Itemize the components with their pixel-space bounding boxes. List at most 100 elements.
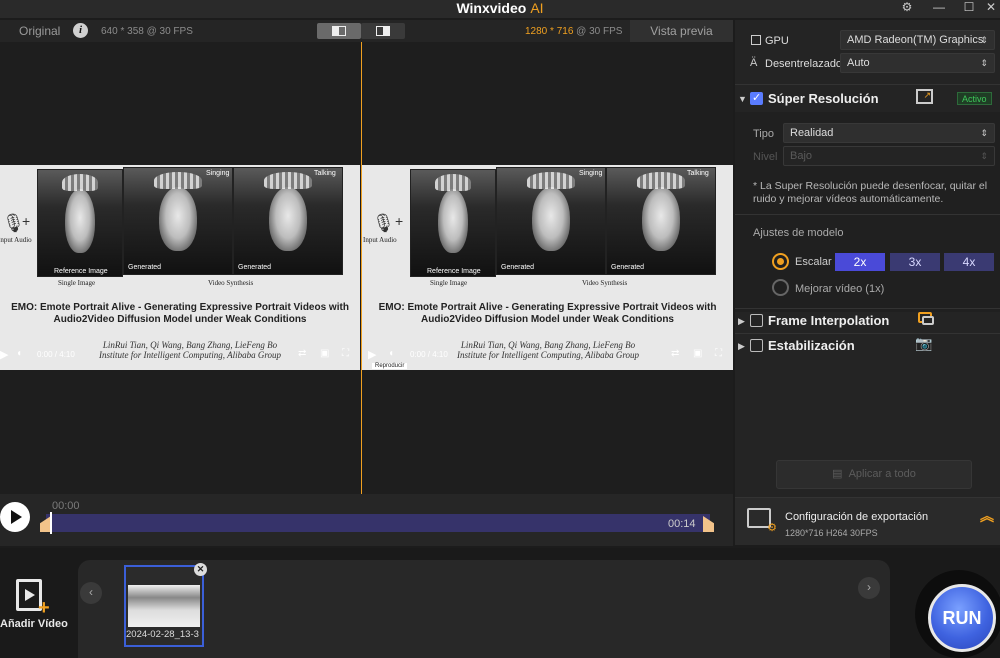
preview-label: Vista previa xyxy=(630,20,733,42)
export-settings-details: 1280*716 H264 30FPS xyxy=(785,528,878,538)
section-divider xyxy=(735,308,1000,309)
playhead[interactable] xyxy=(50,512,52,534)
scale-radio[interactable] xyxy=(772,253,789,270)
stabilization-checkbox[interactable] xyxy=(750,339,763,352)
single-image-caption: Single Image xyxy=(58,279,96,287)
original-label: Original xyxy=(19,24,61,38)
caret-right-icon[interactable]: ▶ xyxy=(738,316,745,327)
caret-down-icon[interactable]: ▼ xyxy=(738,94,747,104)
app-name-suffix: AI xyxy=(530,0,544,16)
paper-authors: LinRui Tian, Qi Wang, Bang Zhang, LieFen… xyxy=(90,340,290,360)
upscale-icon: ↗ xyxy=(916,89,933,104)
settings-panel: GPU AMD Radeon(TM) Graphics ⇕ Ä Desentrel… xyxy=(735,20,1000,545)
miniplayer-icon[interactable]: ▣ xyxy=(693,348,702,359)
miniplayer-icon[interactable]: ▣ xyxy=(320,348,329,359)
microphone-icon: 🎙 xyxy=(372,213,395,233)
apply-to-all-label: Aplicar a todo xyxy=(848,468,916,480)
single-image-caption: Single Image xyxy=(430,279,468,287)
level-select[interactable]: Bajo ⇕ xyxy=(783,146,995,166)
fullscreen-icon[interactable]: ⛶ xyxy=(715,348,722,359)
deinterlace-label: Desentrelazado xyxy=(765,58,843,70)
close-icon[interactable]: ✕ xyxy=(980,0,1000,16)
gpu-icon xyxy=(751,35,761,45)
camera-icon: 📷 xyxy=(915,335,933,351)
paper-title-line1: EMO: Emote Portrait Alive - Generating E… xyxy=(378,302,717,313)
volume-icon[interactable]: ◖ xyxy=(388,348,394,359)
add-video-label: Añadir Vídeo xyxy=(0,618,68,630)
enhance-radio[interactable] xyxy=(772,279,789,296)
scale-3x-button[interactable]: 3x xyxy=(890,253,940,271)
timeline-start-time: 00:00 xyxy=(52,500,80,512)
generated-image-singing: Singing Generated xyxy=(123,167,233,275)
gpu-select-value: AMD Radeon(TM) Graphics xyxy=(847,34,984,46)
apply-to-all-button[interactable]: ▤ Aplicar a todo xyxy=(776,460,972,489)
super-resolution-checkbox[interactable] xyxy=(750,91,763,105)
play-tooltip: Reproducir xyxy=(372,363,408,369)
preview-video-frame: 🎙 + Input Audio Reference Image Singing … xyxy=(362,165,733,370)
compare-divider[interactable] xyxy=(361,42,362,494)
level-label: Nivel xyxy=(753,151,778,163)
video-synthesis-caption: Video Synthesis xyxy=(208,279,254,287)
scale-4x-button[interactable]: 4x xyxy=(944,253,994,271)
authors-line1: LinRui Tian, Qi Wang, Bang Zhang, LieFen… xyxy=(102,340,278,350)
info-icon[interactable]: i xyxy=(73,23,88,38)
generated-label: Generated xyxy=(128,264,162,271)
fullscreen-icon[interactable]: ⛶ xyxy=(342,348,349,359)
clip-name: 2024-02-28_13-3 xyxy=(126,629,199,640)
chevron-up-icon[interactable]: ︽ xyxy=(980,509,994,523)
type-select-value: Realidad xyxy=(790,127,834,139)
model-settings-label: Ajustes de modelo xyxy=(753,227,844,239)
swap-icon[interactable]: ⇄ xyxy=(671,348,679,359)
super-resolution-title: Súper Resolución xyxy=(768,91,879,106)
clip-preview-image xyxy=(128,585,200,627)
scale-label: Escalar xyxy=(795,256,832,268)
split-view-button[interactable] xyxy=(317,23,361,39)
scale-2x-button[interactable]: 2x xyxy=(835,253,885,271)
deinterlace-select[interactable]: Auto ⇕ xyxy=(840,53,995,73)
embedded-play-icon[interactable]: ▶ xyxy=(0,348,8,361)
export-settings[interactable]: Configuración de exportación 1280*716 H2… xyxy=(735,497,1000,545)
settings-icon[interactable]: ⚙ xyxy=(896,0,918,16)
paper-title: EMO: Emote Portrait Alive - Generating E… xyxy=(362,302,733,326)
play-button[interactable] xyxy=(0,502,30,532)
gpu-select[interactable]: AMD Radeon(TM) Graphics ⇕ xyxy=(840,30,995,50)
scroll-right-button[interactable]: › xyxy=(858,577,880,599)
enhance-label: Mejorar vídeo (1x) xyxy=(795,283,885,295)
minimize-icon[interactable]: — xyxy=(928,0,950,16)
generated-label: Generated xyxy=(501,264,535,271)
copy-icon: ▤ xyxy=(832,468,843,480)
original-video-frame: 🎙 + Input Audio Reference Image Singing … xyxy=(0,165,360,370)
caret-right-icon[interactable]: ▶ xyxy=(738,341,745,352)
preview-header: Original i 640 * 358 @ 30 FPS 1280 * 716… xyxy=(0,20,733,42)
maximize-icon[interactable]: ☐ xyxy=(958,0,980,16)
scroll-left-button[interactable]: ‹ xyxy=(80,582,102,604)
level-select-value: Bajo xyxy=(790,150,813,162)
deinterlace-select-value: Auto xyxy=(847,57,870,69)
side-by-side-view-button[interactable] xyxy=(361,23,405,39)
add-video-button[interactable]: + Añadir Vídeo xyxy=(0,573,68,633)
stabilization-title: Estabilización xyxy=(768,338,855,353)
paper-title-line2: Audio2Video Diffusion Model under Weak C… xyxy=(421,314,674,325)
section-divider xyxy=(735,333,1000,334)
volume-icon[interactable]: ◖ xyxy=(16,348,22,359)
talking-label: Talking xyxy=(687,170,709,177)
embedded-play-icon[interactable]: ▶ xyxy=(368,348,376,361)
remove-clip-icon[interactable]: ✕ xyxy=(194,563,207,576)
talking-label: Talking xyxy=(314,170,336,177)
frame-interpolation-checkbox[interactable] xyxy=(750,314,763,327)
embedded-time: 0:00 / 4:10 xyxy=(37,350,75,359)
frame-interpolation-icon-back xyxy=(922,316,934,325)
run-button[interactable]: RUN xyxy=(928,584,996,652)
paper-title: EMO: Emote Portrait Alive - Generating E… xyxy=(0,302,360,326)
timeline-track[interactable] xyxy=(46,514,710,532)
export-settings-title: Configuración de exportación xyxy=(785,511,929,523)
generated-image-singing: Singing Generated xyxy=(496,167,606,275)
chevron-updown-icon: ⇕ xyxy=(980,35,988,45)
reference-image: Reference Image xyxy=(410,169,496,277)
singing-label: Singing xyxy=(579,170,603,177)
type-select[interactable]: Realidad ⇕ xyxy=(783,123,995,143)
app-window: Winxvideo AI ⚙ — ☐ ✕ Original i 640 * 358… xyxy=(0,0,1000,658)
plus-icon: + xyxy=(22,213,31,229)
paper-title-line1: EMO: Emote Portrait Alive - Generating E… xyxy=(11,302,349,313)
swap-icon[interactable]: ⇄ xyxy=(298,348,306,359)
